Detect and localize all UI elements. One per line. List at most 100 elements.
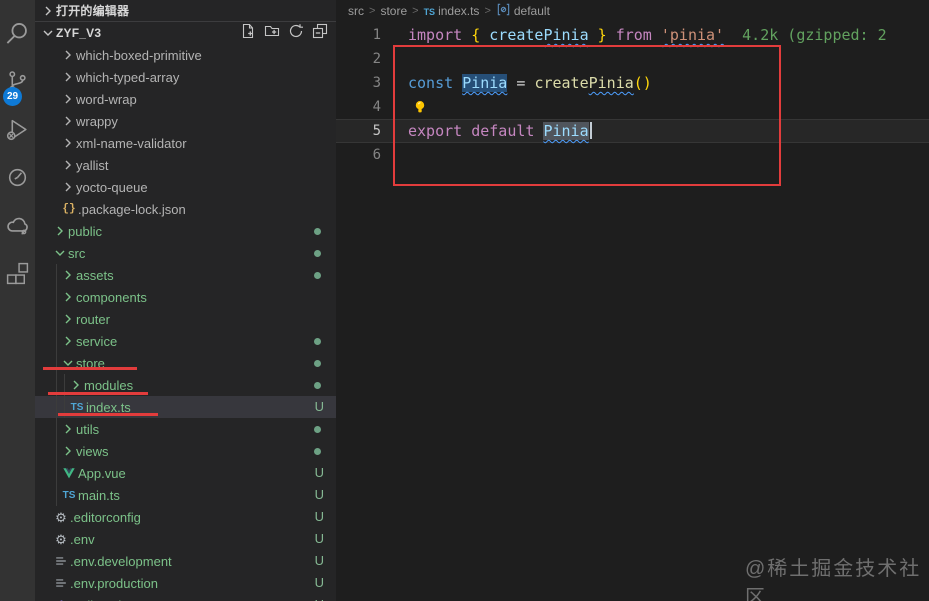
code-token: { [471, 26, 490, 44]
collapse-all-button[interactable] [309, 23, 330, 43]
chevron-right-icon [60, 113, 76, 129]
breadcrumb-item-index.ts[interactable]: TS index.ts [424, 4, 480, 18]
chevron-right-icon [60, 47, 76, 63]
tree-item-App.vue[interactable]: App.vue U [35, 462, 336, 484]
run-and-debug-button[interactable] [0, 108, 35, 156]
indent-guide [64, 374, 65, 418]
tree-item-label: App.vue [78, 465, 126, 481]
code-token: Pinia [462, 74, 508, 92]
editor-pane: src > store > TS index.ts > default 1 2 3 4 5 6 impo… [336, 0, 929, 601]
watermark: @稀土掘金技术社区 [745, 558, 922, 601]
tree-item-label: which-typed-array [76, 69, 180, 85]
text-cursor [589, 122, 592, 139]
gear-file-icon: ⚙ [55, 531, 67, 547]
git-modified-dot [314, 228, 321, 235]
open-editors-label: 打开的编辑器 [56, 4, 130, 18]
code-line-2[interactable] [408, 47, 929, 71]
tree-item-label: .package-lock.json [78, 201, 186, 217]
vue-file-icon [60, 466, 78, 480]
git-modified-dot [314, 360, 321, 367]
code-token: import [408, 26, 472, 44]
search-button[interactable] [0, 12, 35, 60]
tree-item-which-boxed-primitive[interactable]: which-boxed-primitive [35, 44, 336, 66]
cloud-extension-button[interactable] [0, 204, 35, 252]
tree-item-label: assets [76, 267, 114, 283]
tree-item-.editorconfig[interactable]: ⚙ .editorconfig U [35, 506, 336, 528]
tree-item-wrappy[interactable]: wrappy [35, 110, 336, 132]
git-untracked-badge: U [314, 531, 324, 546]
tree-item-store[interactable]: store [35, 352, 336, 374]
tree-item-.env.development[interactable]: .env.development U [35, 550, 336, 572]
breadcrumb-label: index.ts [438, 4, 480, 18]
tree-item-.env.production[interactable]: .env.production U [35, 572, 336, 594]
tree-item-label: utils [76, 421, 100, 437]
file-tree: which-boxed-primitive which-typed-array wo… [35, 44, 336, 601]
breadcrumb-item-store[interactable]: store [380, 4, 407, 18]
timer-extension-button[interactable] [0, 156, 35, 204]
project-header[interactable]: ZYF_V3 [35, 22, 336, 44]
scm-badge: 29 [3, 87, 22, 106]
code-token: () [633, 74, 652, 92]
tree-item-.eslintrc.js[interactable]: .eslintrc.js U [35, 594, 336, 601]
chevron-right-icon [60, 421, 76, 437]
code-line-5[interactable]: export default Pinia [408, 119, 929, 143]
ts-file-icon: TS [62, 489, 76, 501]
tree-item-service[interactable]: service [35, 330, 336, 352]
chevron-down-icon [52, 245, 68, 261]
symbol-default-icon [496, 2, 511, 20]
tree-item-src[interactable]: src [35, 242, 336, 264]
code-area[interactable]: 123456 import { createPinia } from 'pini… [336, 22, 929, 601]
clock-icon [5, 165, 30, 195]
project-actions [237, 23, 330, 43]
tree-item-utils[interactable]: utils [35, 418, 336, 440]
code-line-1[interactable]: import { createPinia } from 'pinia' 4.2k… [408, 23, 929, 47]
tree-item-label: .editorconfig [70, 509, 141, 525]
git-untracked-badge: U [314, 487, 324, 502]
code-line-4[interactable] [408, 95, 929, 119]
indent-guide [56, 264, 57, 506]
breadcrumb-item-src[interactable]: src [348, 4, 364, 18]
breadcrumb-separator: > [412, 5, 419, 17]
source-control-button[interactable]: 29 [0, 60, 35, 108]
tree-item-yocto-queue[interactable]: yocto-queue [35, 176, 336, 198]
annotation-underline [58, 413, 158, 416]
tree-item-main.ts[interactable]: TS main.ts U [35, 484, 336, 506]
search-icon [4, 20, 31, 52]
code-content[interactable]: import { createPinia } from 'pinia' 4.2k… [408, 23, 929, 167]
tree-item-label: .env.production [70, 575, 158, 591]
tree-item-label: .env [70, 531, 95, 547]
tree-item-label: which-boxed-primitive [76, 47, 202, 63]
new-file-button[interactable] [237, 23, 258, 43]
tree-item-public[interactable]: public [35, 220, 336, 242]
chevron-right-icon [60, 267, 76, 283]
tree-item-.env[interactable]: ⚙ .env U [35, 528, 336, 550]
breadcrumb-label: default [513, 4, 550, 18]
code-line-3[interactable]: const Pinia = createPinia() [408, 71, 929, 95]
chevron-right-icon [60, 289, 76, 305]
tree-item-xml-name-validator[interactable]: xml-name-validator [35, 132, 336, 154]
open-editors-header[interactable]: 打开的编辑器 [35, 0, 336, 22]
tree-item-router[interactable]: router [35, 308, 336, 330]
code-token: from [606, 26, 661, 44]
line-number: 2 [372, 51, 381, 67]
layout-extension-button[interactable] [0, 252, 35, 300]
vscode-window: 29 打开的编辑器 ZYF_V3 which-boxed-primitive wh… [0, 0, 929, 601]
new-folder-button[interactable] [261, 23, 282, 43]
tree-item-word-wrap[interactable]: word-wrap [35, 88, 336, 110]
tree-item-.package-lock.json[interactable]: {} .package-lock.json [35, 198, 336, 220]
tree-item-views[interactable]: views [35, 440, 336, 462]
tree-item-yallist[interactable]: yallist [35, 154, 336, 176]
tree-item-label: router [76, 311, 110, 327]
tree-item-assets[interactable]: assets [35, 264, 336, 286]
chevron-right-icon [52, 223, 68, 239]
breadcrumb-separator: > [369, 5, 376, 17]
ts-small-icon: TS [423, 7, 436, 17]
refresh-button[interactable] [285, 23, 306, 43]
tree-item-components[interactable]: components [35, 286, 336, 308]
tree-item-label: service [76, 333, 118, 349]
breadcrumb-item-default[interactable]: default [496, 2, 550, 20]
code-line-6[interactable] [408, 143, 929, 167]
line-number: 5 [372, 123, 381, 139]
tree-item-which-typed-array[interactable]: which-typed-array [35, 66, 336, 88]
collapse-all-icon [312, 23, 328, 44]
